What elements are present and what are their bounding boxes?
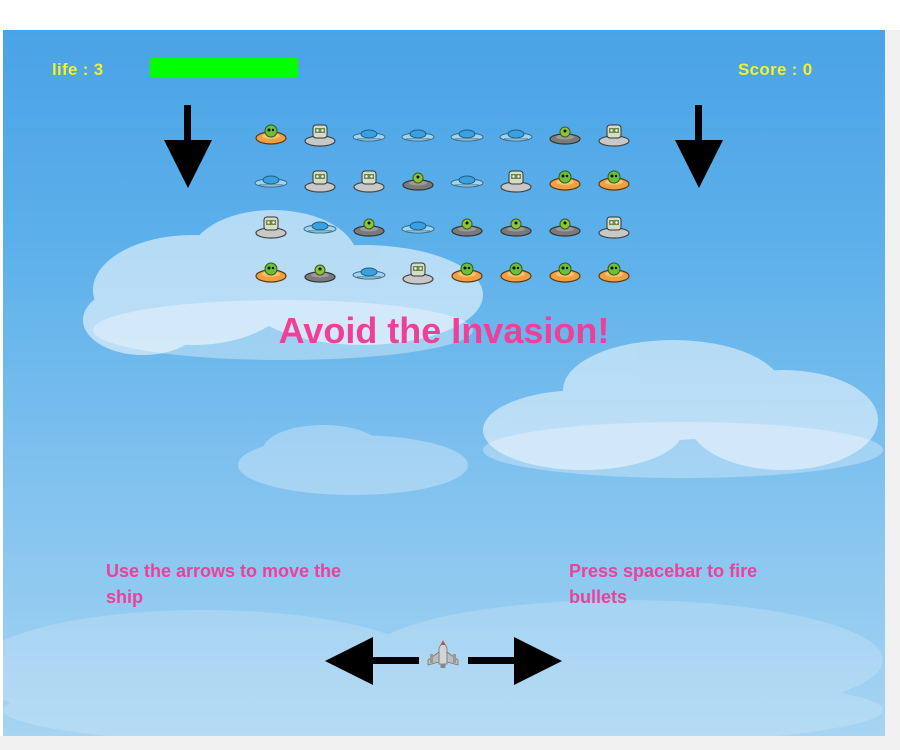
gray-saucer-enemy <box>351 212 387 240</box>
robot-saucer-icon <box>500 170 532 193</box>
robot-saucer-icon <box>304 170 336 193</box>
gray-saucer-enemy <box>547 120 583 148</box>
robot-saucer-icon <box>255 216 287 239</box>
gray-saucer-icon <box>402 172 434 191</box>
orange-alien-saucer-enemy <box>253 258 289 286</box>
robot-saucer-enemy <box>400 258 436 286</box>
robot-saucer-enemy <box>302 166 338 194</box>
cloud-center <box>238 425 468 495</box>
life-bar-fill <box>150 58 298 77</box>
gray-saucer-icon <box>353 218 385 237</box>
game-title-text: Avoid the Invasion! <box>278 310 610 351</box>
blue-saucer-icon <box>401 221 435 234</box>
blue-saucer-icon <box>352 267 386 280</box>
robot-saucer-enemy <box>302 120 338 148</box>
move-hint: Use the arrows to move the ship <box>106 561 342 607</box>
orange-alien-saucer-icon <box>549 262 581 283</box>
blue-saucer-icon <box>450 175 484 188</box>
spaceship-icon[interactable] <box>425 640 461 670</box>
orange-alien-saucer-enemy <box>596 166 632 194</box>
robot-saucer-icon <box>598 216 630 239</box>
gray-saucer-icon <box>451 218 483 237</box>
blue-saucer-icon <box>450 129 484 142</box>
down-arrow-icon <box>164 105 212 188</box>
page: life : 3 Score : 0 Avoid the Invasion! U… <box>0 0 900 750</box>
robot-saucer-enemy <box>351 166 387 194</box>
orange-alien-saucer-enemy <box>596 258 632 286</box>
orange-alien-saucer-enemy <box>547 258 583 286</box>
orange-alien-saucer-enemy <box>253 120 289 148</box>
robot-saucer-enemy <box>596 120 632 148</box>
gray-saucer-icon <box>549 218 581 237</box>
blue-saucer-icon <box>254 175 288 188</box>
robot-saucer-enemy <box>498 166 534 194</box>
down-arrow-icon <box>675 105 723 188</box>
blue-saucer-enemy <box>400 212 436 240</box>
life-bar <box>150 58 298 77</box>
fire-hint: Press spacebar to fire bullets <box>569 561 758 607</box>
orange-alien-saucer-icon <box>255 124 287 145</box>
robot-saucer-icon <box>304 124 336 147</box>
orange-alien-saucer-icon <box>451 262 483 283</box>
score-counter: Score : 0 <box>738 60 813 79</box>
blue-saucer-enemy <box>253 166 289 194</box>
orange-alien-saucer-icon <box>549 170 581 191</box>
blue-saucer-icon <box>499 129 533 142</box>
blue-saucer-enemy <box>351 258 387 286</box>
gray-saucer-enemy <box>449 212 485 240</box>
robot-saucer-enemy <box>253 212 289 240</box>
blue-saucer-icon <box>401 129 435 142</box>
robot-saucer-icon <box>402 262 434 285</box>
gray-saucer-enemy <box>400 166 436 194</box>
orange-alien-saucer-icon <box>598 170 630 191</box>
right-arrow-icon <box>468 637 562 685</box>
game-canvas[interactable]: life : 3 Score : 0 Avoid the Invasion! U… <box>3 30 885 736</box>
gray-saucer-enemy <box>498 212 534 240</box>
blue-saucer-enemy <box>449 166 485 194</box>
robot-saucer-icon <box>598 124 630 147</box>
blue-saucer-icon <box>303 221 337 234</box>
robot-saucer-enemy <box>596 212 632 240</box>
orange-alien-saucer-enemy <box>498 258 534 286</box>
robot-saucer-icon <box>353 170 385 193</box>
gray-saucer-icon <box>304 264 336 283</box>
enemy-grid <box>253 120 643 300</box>
game-title: Avoid the Invasion! <box>3 310 885 352</box>
scrollbar-track-bottom <box>0 736 900 750</box>
gray-saucer-enemy <box>547 212 583 240</box>
blue-saucer-enemy <box>449 120 485 148</box>
blue-saucer-enemy <box>400 120 436 148</box>
gray-saucer-icon <box>549 126 581 145</box>
left-arrow-icon <box>325 637 419 685</box>
orange-alien-saucer-icon <box>500 262 532 283</box>
gray-saucer-enemy <box>302 258 338 286</box>
orange-alien-saucer-icon <box>598 262 630 283</box>
scrollbar-track-right <box>885 30 900 736</box>
blue-saucer-enemy <box>351 120 387 148</box>
orange-alien-saucer-enemy <box>449 258 485 286</box>
gray-saucer-icon <box>500 218 532 237</box>
blue-saucer-enemy <box>498 120 534 148</box>
life-counter: life : 3 <box>52 60 104 79</box>
orange-alien-saucer-enemy <box>547 166 583 194</box>
orange-alien-saucer-icon <box>255 262 287 283</box>
blue-saucer-enemy <box>302 212 338 240</box>
blue-saucer-icon <box>352 129 386 142</box>
